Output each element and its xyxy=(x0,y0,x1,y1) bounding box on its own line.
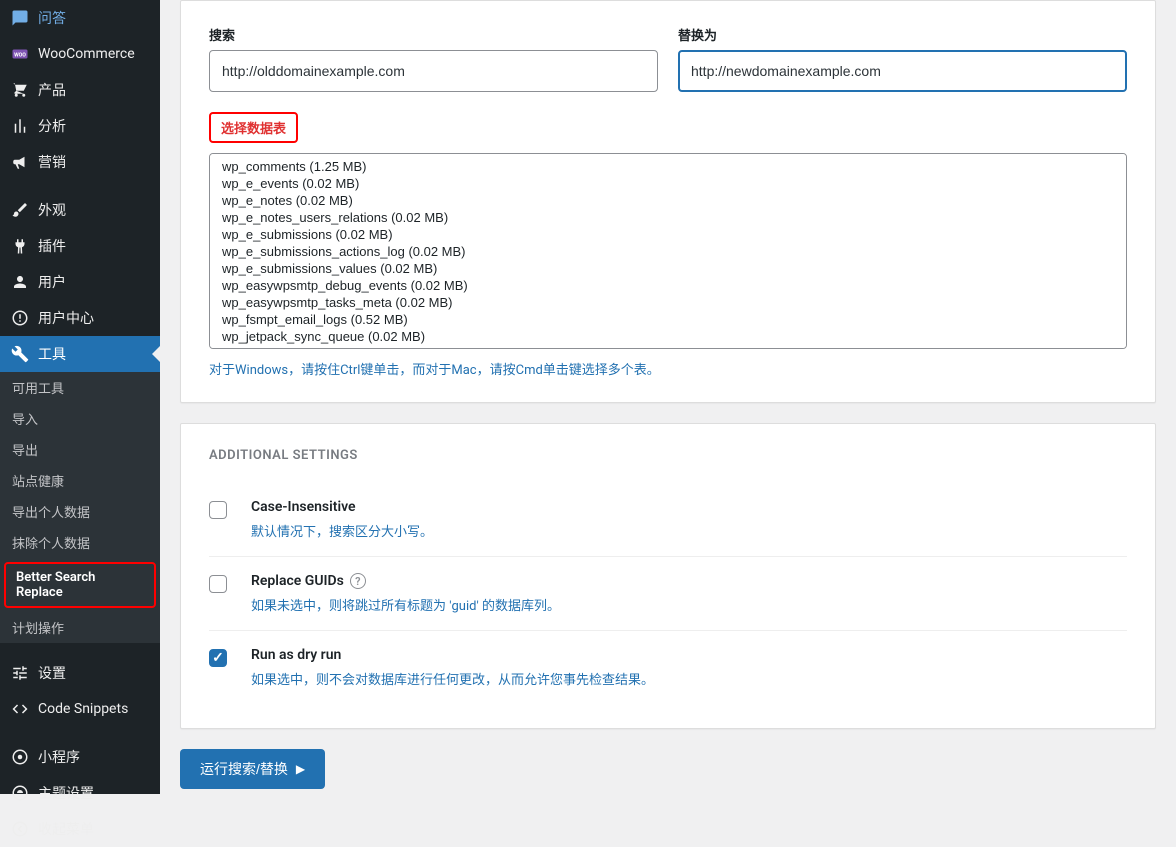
sidebar-label: WooCommerce xyxy=(38,46,135,62)
sidebar-label: 主题设置 xyxy=(38,783,94,803)
sub-item[interactable]: 导出个人数据 xyxy=(0,496,160,527)
sidebar-item-woo[interactable]: WOO WooCommerce xyxy=(0,36,160,72)
table-option[interactable]: wp_easywpsmtp_debug_events (0.02 MB) xyxy=(210,277,1126,294)
sidebar-item-brush[interactable]: 外观 xyxy=(0,192,160,228)
search-field-label: 搜索 xyxy=(209,25,658,44)
table-option[interactable]: wp_e_notes_users_relations (0.02 MB) xyxy=(210,209,1126,226)
sub-item[interactable]: 导出 xyxy=(0,434,160,465)
additional-settings-card: ADDITIONAL SETTINGS Case-Insensitive 默认情况… xyxy=(180,423,1156,729)
search-replace-card: 搜索 替换为 选择数据表 wp_comments (1.25 MB)wp_e_e… xyxy=(180,0,1156,403)
sidebar-item-gauge[interactable]: 用户中心 xyxy=(0,300,160,336)
sidebar-label: 工具 xyxy=(38,344,66,364)
setting-desc: 如果未选中，则将跳过所有标题为 'guid' 的数据库列。 xyxy=(251,595,1127,614)
setting-row: Replace GUIDs ? 如果未选中，则将跳过所有标题为 'guid' 的数… xyxy=(209,556,1127,630)
sub-item[interactable]: 可用工具 xyxy=(0,372,160,403)
sidebar-item-collapse[interactable]: 收起菜单 xyxy=(0,811,160,847)
setting-checkbox[interactable] xyxy=(209,575,227,593)
collapse-icon xyxy=(10,819,30,839)
brush-icon xyxy=(10,200,30,220)
sub-item[interactable]: 计划操作 xyxy=(0,612,160,643)
sidebar-item-megaphone[interactable]: 营销 xyxy=(0,144,160,180)
sidebar-item-sliders[interactable]: 设置 xyxy=(0,655,160,691)
sidebar-item-miniapp[interactable]: 小程序 xyxy=(0,739,160,775)
sidebar-label: 用户 xyxy=(38,272,66,292)
sidebar-item-chart[interactable]: 分析 xyxy=(0,108,160,144)
setting-title: Run as dry run xyxy=(251,647,1127,663)
sidebar-item-cart[interactable]: 产品 xyxy=(0,72,160,108)
table-option[interactable]: wp_jetpack_sync_queue (0.02 MB) xyxy=(210,328,1126,345)
wrench-icon xyxy=(10,344,30,364)
sidebar-label: 问答 xyxy=(38,8,66,28)
setting-checkbox[interactable] xyxy=(209,649,227,667)
table-option[interactable]: wp_fsmpt_email_logs (0.52 MB) xyxy=(210,311,1126,328)
arrow-right-icon: ▶ xyxy=(296,762,305,776)
user-icon xyxy=(10,272,30,292)
miniapp-icon xyxy=(10,747,30,767)
sidebar-label: 营销 xyxy=(38,152,66,172)
tables-multiselect[interactable]: wp_comments (1.25 MB)wp_e_events (0.02 M… xyxy=(209,153,1127,349)
sidebar-label: 外观 xyxy=(38,200,66,220)
chart-icon xyxy=(10,116,30,136)
setting-title: Case-Insensitive xyxy=(251,499,1127,515)
sidebar-label: Code Snippets xyxy=(38,701,128,717)
table-option[interactable]: wp_easywpsmtp_tasks_meta (0.02 MB) xyxy=(210,294,1126,311)
replace-input[interactable] xyxy=(678,50,1127,92)
sidebar-label: 分析 xyxy=(38,116,66,136)
cart-icon xyxy=(10,80,30,100)
setting-checkbox[interactable] xyxy=(209,501,227,519)
setting-row: Run as dry run 如果选中，则不会对数据库进行任何更改，从而允许您事先… xyxy=(209,630,1127,704)
sidebar-label: 产品 xyxy=(38,80,66,100)
replace-field-label: 替换为 xyxy=(678,25,1127,44)
table-option[interactable]: wp_e_submissions_values (0.02 MB) xyxy=(210,260,1126,277)
setting-desc: 默认情况下，搜索区分大小写。 xyxy=(251,521,1127,540)
run-search-replace-button[interactable]: 运行搜索/替换 ▶ xyxy=(180,749,325,789)
table-option[interactable]: wp_e_submissions_actions_log (0.02 MB) xyxy=(210,243,1126,260)
submit-label: 运行搜索/替换 xyxy=(200,759,288,779)
setting-desc: 如果选中，则不会对数据库进行任何更改，从而允许您事先检查结果。 xyxy=(251,669,1127,688)
sidebar-item-speech[interactable]: 问答 xyxy=(0,0,160,36)
sidebar-item-plug[interactable]: 插件 xyxy=(0,228,160,264)
speech-icon xyxy=(10,8,30,28)
additional-settings-title: ADDITIONAL SETTINGS xyxy=(209,448,1127,463)
tables-help-text: 对于Windows，请按住Ctrl键单击，而对于Mac，请按Cmd单击键选择多个… xyxy=(209,359,1127,378)
table-option[interactable]: wp_e_notes (0.02 MB) xyxy=(210,192,1126,209)
sliders-icon xyxy=(10,663,30,683)
table-option[interactable]: wp_e_events (0.02 MB) xyxy=(210,175,1126,192)
sidebar-label: 设置 xyxy=(38,663,66,683)
snippet-icon xyxy=(10,699,30,719)
sidebar-label: 插件 xyxy=(38,236,66,256)
sidebar-label: 小程序 xyxy=(38,747,80,767)
sub-item[interactable]: 导入 xyxy=(0,403,160,434)
table-option[interactable]: wp_comments (1.25 MB) xyxy=(210,158,1126,175)
sub-item[interactable]: Better Search Replace xyxy=(4,562,156,608)
svg-text:WOO: WOO xyxy=(14,52,26,58)
setting-row: Case-Insensitive 默认情况下，搜索区分大小写。 xyxy=(209,483,1127,556)
sidebar-label: 收起菜单 xyxy=(38,819,94,839)
sidebar-item-snippet[interactable]: Code Snippets xyxy=(0,691,160,727)
table-option[interactable]: wp_e_submissions (0.02 MB) xyxy=(210,226,1126,243)
tables-section-label: 选择数据表 xyxy=(209,112,298,143)
admin-sidebar: 问答 WOO WooCommerce 产品分析营销 外观插件用户用户中心工具 可用工具… xyxy=(0,0,160,794)
search-input[interactable] xyxy=(209,50,658,92)
sub-item[interactable]: 抹除个人数据 xyxy=(0,527,160,558)
sidebar-item-theme[interactable]: 主题设置 xyxy=(0,775,160,811)
sidebar-item-wrench[interactable]: 工具 xyxy=(0,336,160,372)
sub-item[interactable]: 站点健康 xyxy=(0,465,160,496)
theme-icon xyxy=(10,783,30,803)
main-content: 搜索 替换为 选择数据表 wp_comments (1.25 MB)wp_e_e… xyxy=(160,0,1176,794)
megaphone-icon xyxy=(10,152,30,172)
setting-title: Replace GUIDs ? xyxy=(251,573,1127,589)
sidebar-label: 用户中心 xyxy=(38,308,94,328)
woo-icon: WOO xyxy=(10,44,30,64)
gauge-icon xyxy=(10,308,30,328)
sidebar-item-user[interactable]: 用户 xyxy=(0,264,160,300)
plug-icon xyxy=(10,236,30,256)
help-icon[interactable]: ? xyxy=(350,573,366,589)
